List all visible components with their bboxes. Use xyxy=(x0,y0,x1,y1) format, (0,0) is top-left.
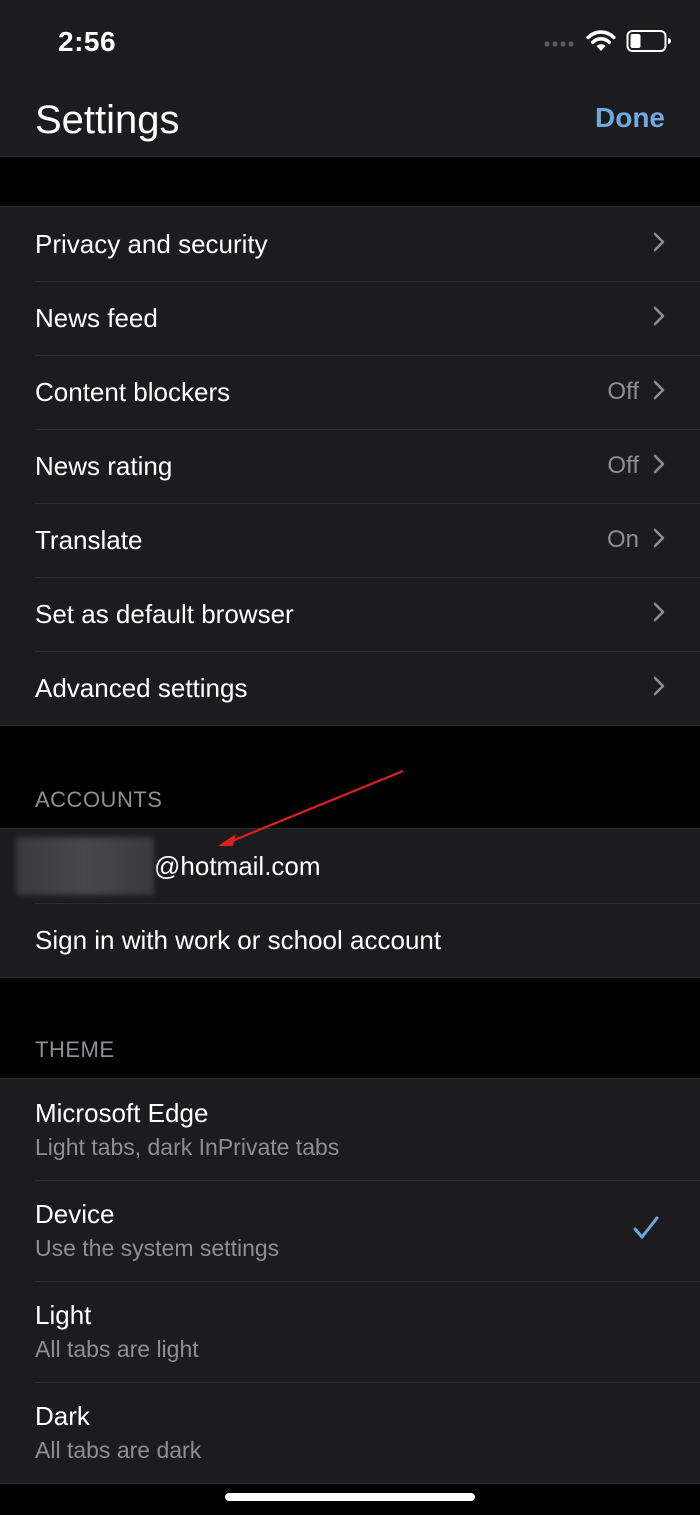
settings-item-value: Off xyxy=(607,452,639,479)
theme-option-device[interactable]: Device Use the system settings xyxy=(0,1180,700,1281)
account-email-label: @hotmail.com xyxy=(154,850,321,881)
redacted-email-username xyxy=(16,837,154,895)
chevron-right-icon xyxy=(653,676,665,701)
checkmark-icon xyxy=(632,1215,660,1246)
settings-list: Privacy and security News feed Content b… xyxy=(0,206,700,726)
theme-option-subtitle: Use the system settings xyxy=(35,1234,280,1261)
settings-item-label: Advanced settings xyxy=(35,672,248,703)
sign-in-label: Sign in with work or school account xyxy=(35,924,442,955)
chevron-right-icon xyxy=(653,454,665,479)
theme-option-microsoft-edge[interactable]: Microsoft Edge Light tabs, dark InPrivat… xyxy=(0,1079,700,1180)
settings-item-privacy-and-security[interactable]: Privacy and security xyxy=(0,207,700,281)
status-bar: 2:56 xyxy=(0,0,700,84)
chevron-right-icon xyxy=(653,232,665,257)
page-title: Settings xyxy=(35,98,180,142)
theme-option-title: Light xyxy=(35,1299,92,1330)
theme-option-subtitle: All tabs are dark xyxy=(35,1436,202,1463)
chevron-right-icon xyxy=(653,602,665,627)
theme-option-subtitle: Light tabs, dark InPrivate tabs xyxy=(35,1133,340,1160)
settings-item-content-blockers[interactable]: Content blockers Off xyxy=(0,355,700,429)
theme-option-title: Device xyxy=(35,1198,115,1229)
settings-item-label: News feed xyxy=(35,302,158,333)
settings-item-news-rating[interactable]: News rating Off xyxy=(0,429,700,503)
accounts-list: @hotmail.com Sign in with work or school… xyxy=(0,828,700,978)
theme-option-title: Dark xyxy=(35,1400,90,1431)
chevron-right-icon xyxy=(653,528,665,553)
theme-option-subtitle: All tabs are light xyxy=(35,1335,199,1362)
sign-in-work-school-button[interactable]: Sign in with work or school account xyxy=(0,903,700,977)
settings-item-label: Privacy and security xyxy=(35,228,268,259)
theme-list: Microsoft Edge Light tabs, dark InPrivat… xyxy=(0,1078,700,1484)
nav-bar: Settings Done xyxy=(0,84,700,157)
theme-option-dark[interactable]: Dark All tabs are dark xyxy=(0,1382,700,1483)
status-icons xyxy=(544,28,672,58)
battery-icon xyxy=(626,29,672,58)
status-time: 2:56 xyxy=(58,26,117,57)
wifi-icon xyxy=(586,29,616,58)
home-indicator[interactable] xyxy=(225,1493,475,1501)
accounts-section-header: ACCOUNTS xyxy=(35,787,163,812)
settings-item-label: News rating xyxy=(35,450,173,481)
settings-item-label: Set as default browser xyxy=(35,598,294,629)
settings-item-translate[interactable]: Translate On xyxy=(0,503,700,577)
settings-item-set-as-default-browser[interactable]: Set as default browser xyxy=(0,577,700,651)
settings-item-label: Content blockers xyxy=(35,376,231,407)
settings-item-value: Off xyxy=(607,378,639,405)
settings-item-advanced-settings[interactable]: Advanced settings xyxy=(0,651,700,725)
cellular-signal-icon xyxy=(544,34,576,52)
theme-option-title: Microsoft Edge xyxy=(35,1097,209,1128)
settings-item-value: On xyxy=(606,526,639,553)
settings-item-news-feed[interactable]: News feed xyxy=(0,281,700,355)
settings-item-label: Translate xyxy=(35,524,143,555)
chevron-right-icon xyxy=(653,380,665,405)
theme-section-header: THEME xyxy=(35,1037,115,1062)
done-button[interactable]: Done xyxy=(595,102,665,134)
chevron-right-icon xyxy=(653,306,665,331)
account-item-hotmail[interactable]: @hotmail.com xyxy=(0,829,700,903)
theme-option-light[interactable]: Light All tabs are light xyxy=(0,1281,700,1382)
